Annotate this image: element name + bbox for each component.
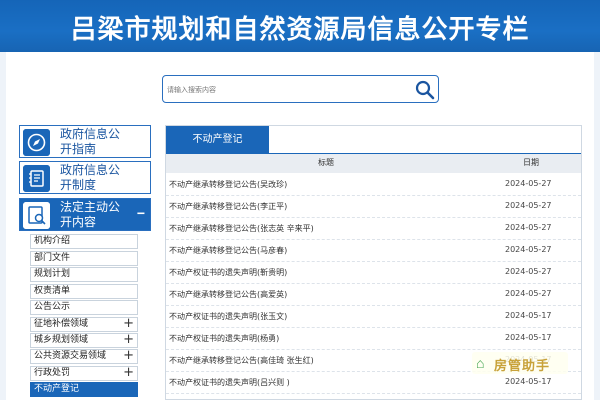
search-input[interactable] [167, 82, 407, 98]
header-banner: 吕梁市规划和自然资源局信息公开专栏 [0, 0, 600, 52]
row-title-link[interactable]: 不动产继承转移登记公告(吴改珍) [169, 179, 287, 190]
row-date: 2024-05-27 [505, 245, 552, 254]
sidebar-item-public-trading[interactable]: 公共资源交易领域 + [30, 349, 138, 364]
watermark: ⌂ 房管助手 [472, 352, 568, 374]
sidebar-item-land-compensation[interactable]: 征地补偿领域 + [30, 317, 138, 332]
sidebar-item-label: 机构介绍 [34, 236, 71, 246]
expand-icon[interactable]: + [123, 366, 134, 379]
sidebar-item-label: 城乡规划领域 [34, 335, 89, 345]
table-row: 不动产继承转移登记公告(高爱英) 2024-05-27 [166, 284, 581, 306]
row-date: 2024-05-27 [505, 223, 552, 232]
sidebar-item-label: 不动产登记 [34, 384, 80, 394]
sidebar-item-dept-docs[interactable]: 部门文件 [30, 251, 138, 266]
table-row: 不动产继承转移登记公告(李正平) 2024-05-27 [166, 196, 581, 218]
sidebar-item-admin-penalty[interactable]: 行政处罚 + [30, 366, 138, 381]
table-row: 不动产权证书的遗失声明(杨勇) 2024-05-17 [166, 328, 581, 350]
app-logo-icon: ⌂ [476, 355, 485, 371]
row-title-link[interactable]: 不动产权证书的遗失声明(吕兴则 ) [169, 377, 290, 388]
row-date: 2024-05-27 [505, 267, 552, 276]
watermark-text: 房管助手 [494, 359, 551, 374]
sidebar-item-label: 公共资源交易领域 [34, 351, 107, 361]
sidebar-item-planning[interactable]: 规划计划 [30, 267, 138, 282]
table-row: 不动产继承转移登记公告(张志英 辛来平) 2024-05-27 [166, 218, 581, 240]
row-title-link[interactable]: 不动产继承转移登记公告(李正平) [169, 201, 287, 212]
search-icon[interactable] [414, 79, 436, 101]
sidebar-section-guide[interactable]: 政府信息公开指南 [19, 125, 151, 158]
table-row: 不动产权证书的遗失声明(吕兴则 ) 2024-05-17 [166, 372, 581, 394]
column-header-title: 标题 [318, 158, 334, 167]
table-row: 不动产权证书的遗失声明(张玉文) 2024-05-17 [166, 306, 581, 328]
sidebar-item-urban-planning[interactable]: 城乡规划领域 + [30, 333, 138, 348]
sidebar-item-label: 行政处罚 [34, 368, 71, 378]
row-date: 2024-05-27 [505, 201, 552, 210]
row-date: 2024-05-17 [505, 333, 552, 342]
sidebar-item-org-intro[interactable]: 机构介绍 [30, 234, 138, 249]
row-date: 2024-05-27 [505, 179, 552, 188]
sidebar-item-label: 规划计划 [34, 269, 71, 279]
row-title-link[interactable]: 不动产权证书的遗失声明(杨勇) [169, 333, 279, 344]
sidebar-item-announcements[interactable]: 公告公示 [30, 300, 138, 315]
row-title-link[interactable]: 不动产继承转移登记公告(张志英 辛来平) [169, 223, 314, 234]
sidebar-section-label: 政府信息公开指南 [60, 127, 121, 156]
row-title-link[interactable]: 不动产继承转移登记公告(高佳琦 张生红) [169, 355, 314, 366]
sidebar-section-rules[interactable]: 政府信息公开制度 [19, 161, 151, 194]
compass-icon [23, 129, 50, 156]
row-date: 2024-05-27 [505, 289, 552, 298]
table-header: 标题 日期 [166, 154, 581, 173]
table-row: 不动产权证书的遗失声明(靳贵明) 2024-05-27 [166, 262, 581, 284]
sidebar-item-responsibility-list[interactable]: 权责清单 [30, 284, 138, 299]
expand-icon[interactable]: + [123, 317, 134, 330]
row-date: 2024-05-17 [505, 377, 552, 386]
tab-real-estate-registration[interactable]: 不动产登记 [166, 126, 269, 153]
column-header-date: 日期 [523, 158, 539, 167]
row-title-link[interactable]: 不动产继承转移登记公告(马彦春) [169, 245, 287, 256]
sidebar-item-label: 征地补偿领域 [34, 319, 89, 329]
table-row: 不动产继承转移登记公告(马彦春) 2024-05-27 [166, 240, 581, 262]
collapse-icon[interactable]: − [137, 205, 145, 221]
page-title: 吕梁市规划和自然资源局信息公开专栏 [70, 15, 530, 45]
row-title-link[interactable]: 不动产权证书的遗失声明(靳贵明) [169, 267, 287, 278]
expand-icon[interactable]: + [123, 349, 134, 362]
sidebar-item-label: 公告公示 [34, 302, 71, 312]
notebook-icon [23, 165, 50, 192]
sidebar-section-label: 政府信息公开制度 [60, 163, 121, 192]
search-document-icon [23, 202, 50, 229]
sidebar-item-label: 权责清单 [34, 286, 71, 296]
sidebar-item-label: 部门文件 [34, 253, 71, 263]
row-title-link[interactable]: 不动产权证书的遗失声明(张玉文) [169, 311, 287, 322]
row-date: 2024-05-17 [505, 311, 552, 320]
expand-icon[interactable]: + [123, 333, 134, 346]
sidebar-section-label: 法定主动公开内容 [60, 200, 121, 229]
sidebar-item-real-estate[interactable]: 不动产登记 [30, 382, 138, 397]
sidebar-section-active-disclosure[interactable]: 法定主动公开内容 − [19, 198, 151, 231]
table-row: 不动产继承转移登记公告(吴改珍) 2024-05-27 [166, 174, 581, 196]
row-title-link[interactable]: 不动产继承转移登记公告(高爱英) [169, 289, 287, 300]
search-box [162, 75, 439, 103]
